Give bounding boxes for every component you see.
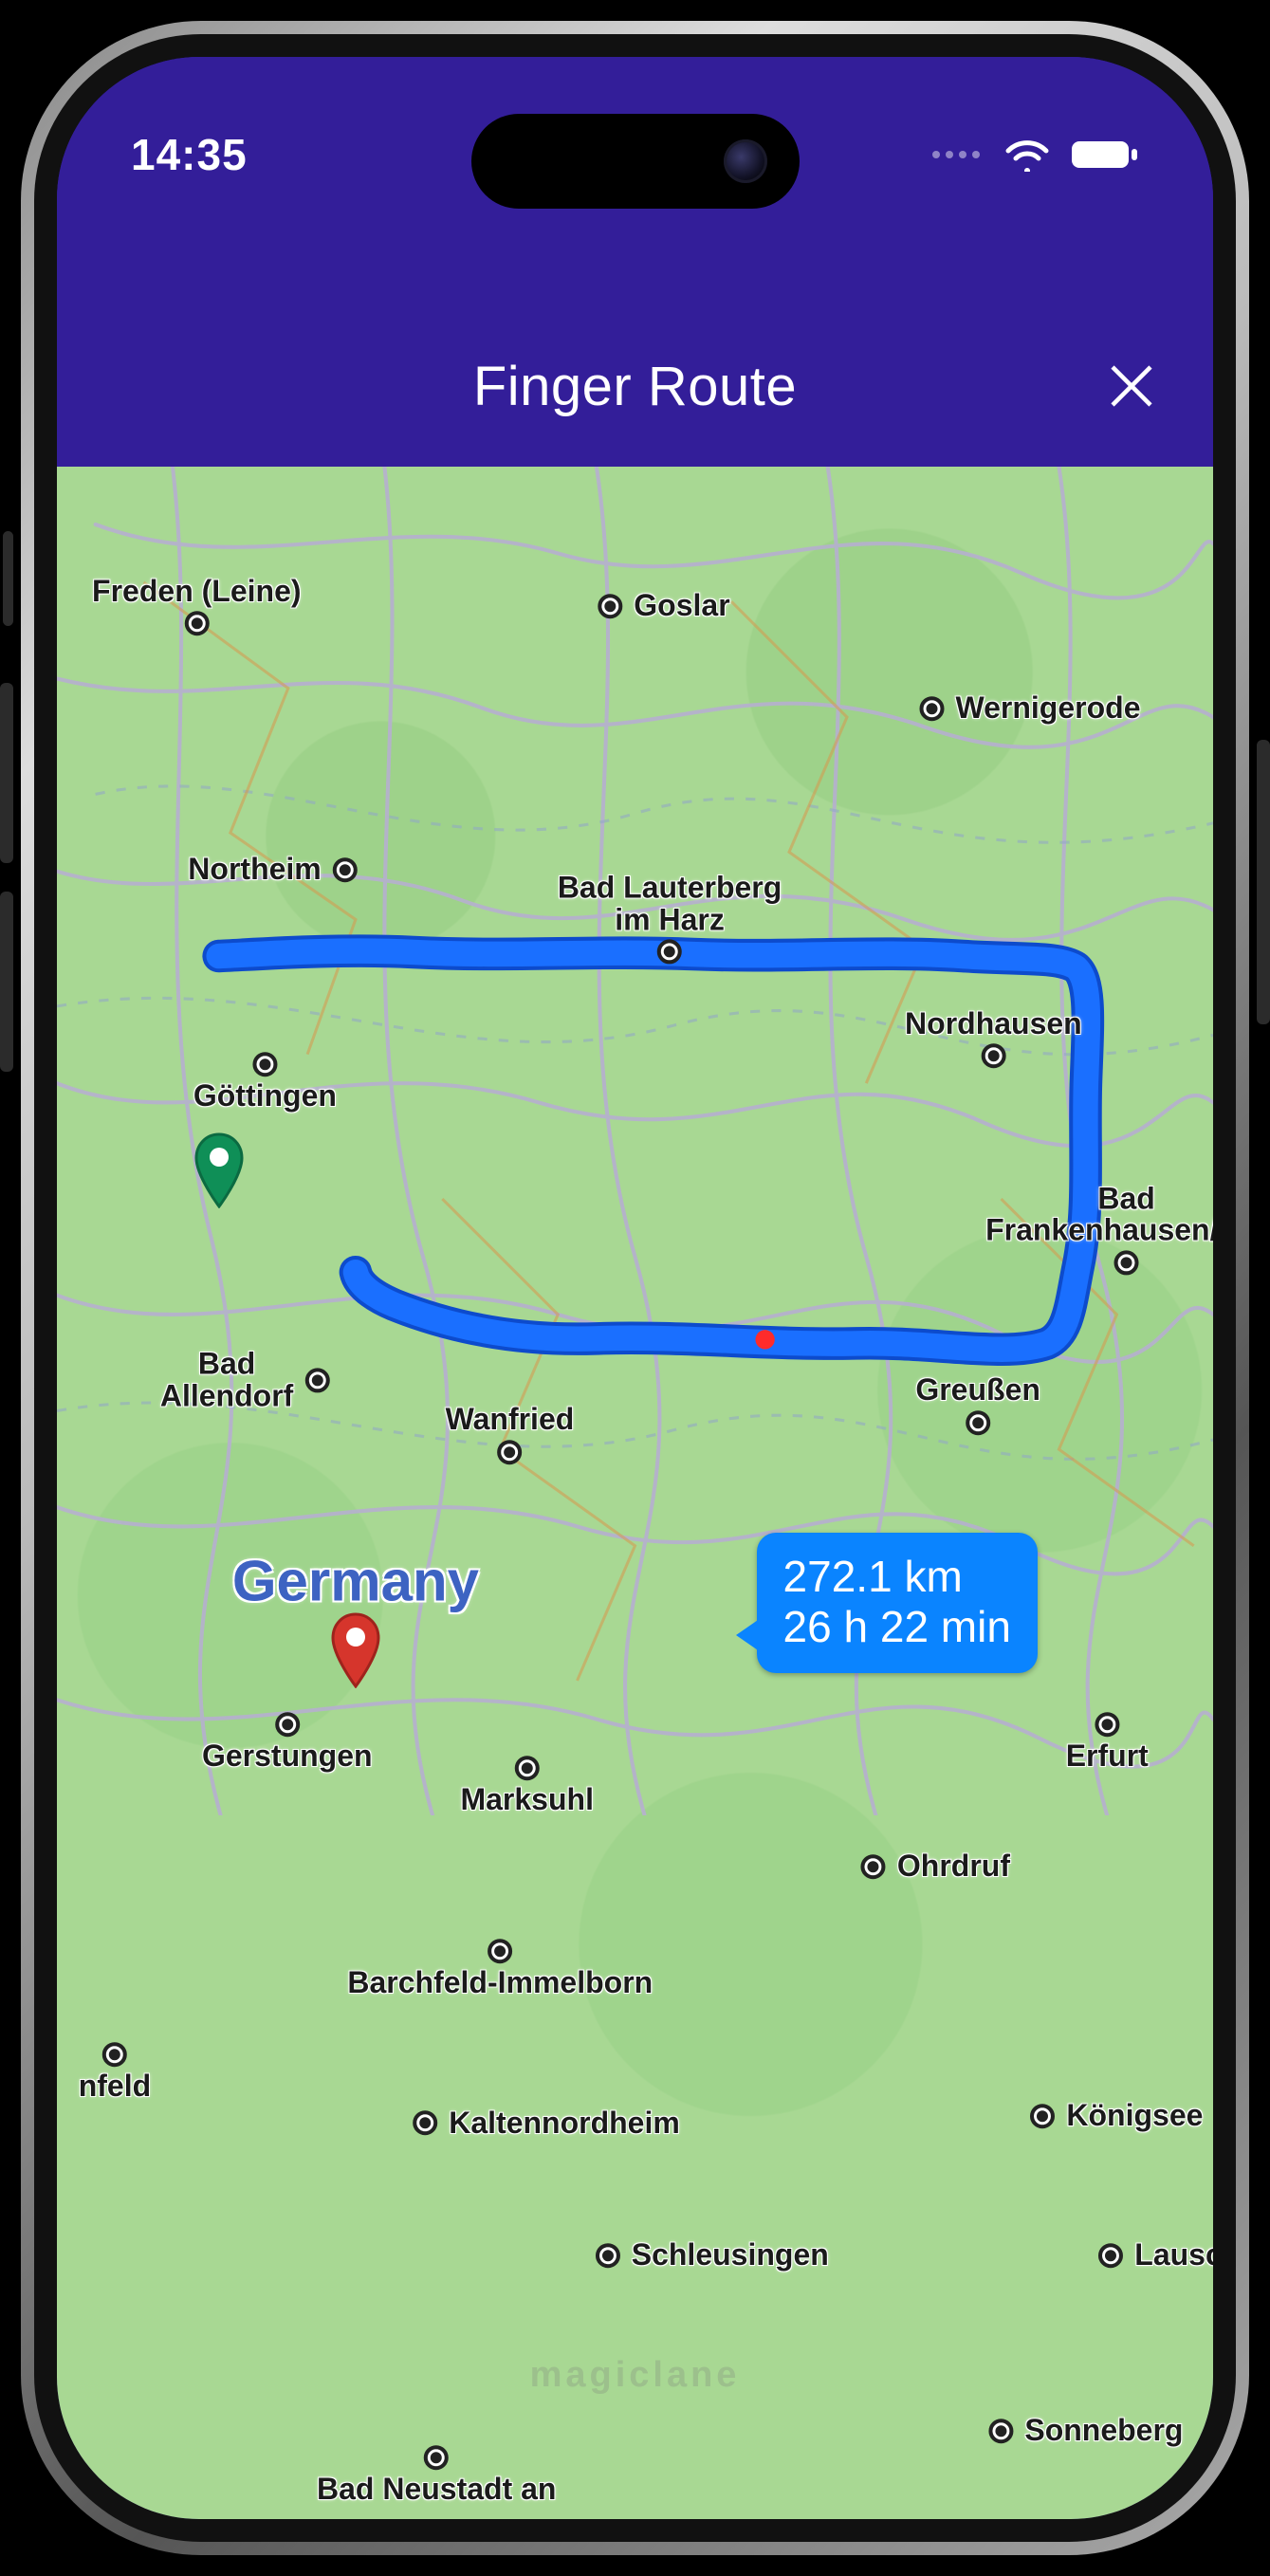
city-label: Schleusingen bbox=[632, 2239, 829, 2272]
city-label: BadAllendorf bbox=[160, 1348, 293, 1411]
country-label: Germany bbox=[232, 1548, 479, 1613]
city-label: Sonneberg bbox=[1024, 2415, 1183, 2447]
cellular-icon bbox=[932, 151, 980, 158]
route-info-tail bbox=[736, 1618, 761, 1652]
city-dot-icon bbox=[1030, 2104, 1055, 2128]
city-label: Königsee bbox=[1066, 2100, 1203, 2132]
city-dot-icon bbox=[515, 1756, 540, 1780]
city-marker[interactable]: Ohrdruf bbox=[861, 1850, 1010, 1883]
city-dot-icon bbox=[1114, 1250, 1139, 1275]
city-dot-icon bbox=[988, 2419, 1013, 2443]
city-label: Erfurt bbox=[1066, 1740, 1149, 1773]
page-title: Finger Route bbox=[473, 355, 797, 418]
city-marker[interactable]: BadFrankenhausen/Kyf bbox=[985, 1183, 1213, 1275]
power-button bbox=[1257, 740, 1270, 1024]
mute-switch bbox=[3, 531, 13, 626]
route-info-bubble[interactable]: 272.1 km 26 h 22 min bbox=[757, 1533, 1038, 1673]
city-dot-icon bbox=[252, 1052, 277, 1076]
city-label: Bad Lauterbergim Harz bbox=[558, 872, 782, 935]
city-label: Göttingen bbox=[193, 1080, 337, 1113]
route-anchor-dot bbox=[755, 1330, 774, 1349]
city-marker[interactable]: Gerstungen bbox=[202, 1712, 373, 1773]
city-label: Barchfeld-Immelborn bbox=[347, 1968, 653, 2000]
city-marker[interactable]: Göttingen bbox=[193, 1052, 337, 1113]
status-time: 14:35 bbox=[131, 129, 248, 180]
city-dot-icon bbox=[596, 2243, 620, 2268]
city-label: Marksuhl bbox=[460, 1784, 593, 1816]
city-dot-icon bbox=[981, 1044, 1005, 1069]
city-dot-icon bbox=[966, 1410, 990, 1435]
city-marker[interactable]: Erfurt bbox=[1066, 1712, 1149, 1773]
battery-icon bbox=[1071, 138, 1139, 172]
city-dot-icon bbox=[497, 1440, 522, 1464]
city-marker[interactable]: Barchfeld-Immelborn bbox=[347, 1940, 653, 2000]
city-marker[interactable]: nfeld bbox=[79, 2042, 151, 2103]
map[interactable]: Germany 272.1 km 26 h 22 min magiclane bbox=[57, 467, 1213, 2519]
city-marker[interactable]: Lausch bbox=[1098, 2239, 1213, 2272]
city-label: Lausch bbox=[1134, 2239, 1213, 2272]
city-label: Ohrdruf bbox=[897, 1850, 1010, 1883]
city-label: Freden (Leine) bbox=[92, 576, 301, 608]
city-marker[interactable]: Bad Neustadt an bbox=[317, 2445, 556, 2506]
city-marker[interactable]: Kaltennordheim bbox=[413, 2107, 680, 2140]
city-marker[interactable]: Schleusingen bbox=[596, 2239, 829, 2272]
route-duration: 26 h 22 min bbox=[783, 1602, 1011, 1652]
dynamic-island bbox=[471, 114, 800, 209]
city-dot-icon bbox=[333, 857, 358, 882]
city-marker[interactable]: Northeim bbox=[188, 854, 357, 886]
close-icon bbox=[1107, 361, 1156, 411]
screen: 14:35 bbox=[57, 57, 1213, 2519]
close-button[interactable] bbox=[1101, 356, 1162, 416]
city-marker[interactable]: Königsee bbox=[1030, 2100, 1203, 2132]
city-marker[interactable]: Greußen bbox=[915, 1374, 1040, 1435]
phone-body: 14:35 bbox=[34, 34, 1236, 2542]
phone-frame: 14:35 bbox=[21, 21, 1249, 2555]
wifi-icon bbox=[1004, 138, 1050, 172]
city-dot-icon bbox=[1098, 2243, 1123, 2268]
volume-up-button bbox=[0, 683, 13, 863]
city-marker[interactable]: Nordhausen bbox=[905, 1008, 1082, 1069]
city-dot-icon bbox=[488, 1940, 512, 1964]
top-chrome: 14:35 bbox=[57, 57, 1213, 467]
city-dot-icon bbox=[413, 2111, 437, 2136]
city-dot-icon bbox=[102, 2042, 127, 2067]
city-marker[interactable]: Wanfried bbox=[446, 1404, 575, 1464]
city-dot-icon bbox=[1095, 1712, 1119, 1737]
city-label: Wanfried bbox=[446, 1404, 575, 1436]
city-marker[interactable]: Wernigerode bbox=[919, 692, 1140, 725]
route-distance: 272.1 km bbox=[783, 1552, 1011, 1602]
city-marker[interactable]: BadAllendorf bbox=[160, 1348, 329, 1411]
city-dot-icon bbox=[861, 1854, 886, 1879]
city-label: Wernigerode bbox=[955, 692, 1140, 725]
city-marker[interactable]: Freden (Leine) bbox=[92, 576, 301, 636]
city-marker[interactable]: Marksuhl bbox=[460, 1756, 593, 1816]
map-watermark: magiclane bbox=[530, 2355, 741, 2396]
city-dot-icon bbox=[424, 2445, 449, 2470]
city-label: Nordhausen bbox=[905, 1008, 1082, 1040]
city-dot-icon bbox=[919, 696, 944, 721]
city-label: BadFrankenhausen/Kyf bbox=[985, 1183, 1213, 1246]
city-label: Goslar bbox=[634, 590, 729, 622]
city-dot-icon bbox=[657, 940, 682, 965]
city-marker[interactable]: Sonneberg bbox=[988, 2415, 1183, 2447]
city-dot-icon bbox=[304, 1368, 329, 1392]
route-start-pin[interactable] bbox=[193, 1132, 246, 1208]
city-dot-icon bbox=[184, 612, 209, 636]
city-dot-icon bbox=[275, 1712, 300, 1737]
city-marker[interactable]: Bad Lauterbergim Harz bbox=[558, 872, 782, 964]
route-end-pin[interactable] bbox=[329, 1612, 382, 1688]
city-label: Greußen bbox=[915, 1374, 1040, 1407]
city-dot-icon bbox=[598, 594, 622, 618]
city-label: Gerstungen bbox=[202, 1740, 373, 1773]
city-marker[interactable]: Goslar bbox=[598, 590, 729, 622]
city-label: Bad Neustadt an bbox=[317, 2474, 556, 2506]
city-label: Northeim bbox=[188, 854, 321, 886]
front-camera bbox=[724, 139, 767, 183]
volume-down-button bbox=[0, 892, 13, 1072]
city-label: Kaltennordheim bbox=[449, 2107, 680, 2140]
app-bar: Finger Route bbox=[57, 305, 1213, 467]
city-label: nfeld bbox=[79, 2070, 151, 2103]
